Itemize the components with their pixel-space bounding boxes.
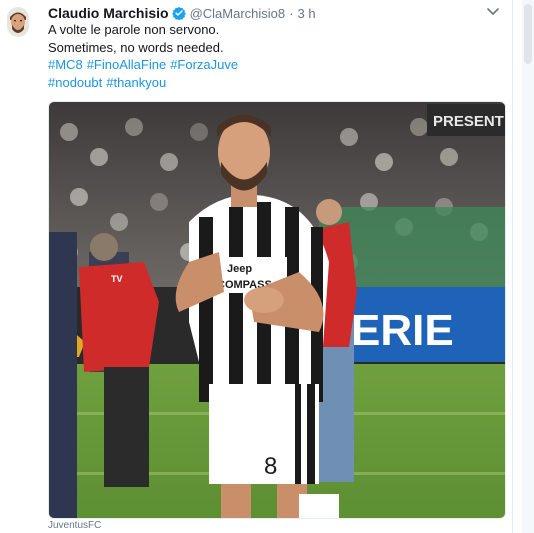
separator-dot: ·: [289, 5, 294, 21]
hashtag-link[interactable]: #ForzaJuve: [170, 57, 238, 72]
hashtag-row-1: #MC8 #FinoAllaFine #ForzaJuve: [48, 56, 508, 74]
tweet-line-2: Sometimes, no words needed.: [48, 39, 224, 55]
shirt-sponsor: Jeep: [227, 263, 252, 275]
shirt-number: 8: [264, 453, 277, 480]
avatar[interactable]: [7, 7, 29, 37]
svg-text:TV: TV: [111, 274, 123, 284]
banner-text-top: PRESENT: [433, 113, 504, 130]
scrollbar[interactable]: [522, 0, 534, 533]
tweet-media-photo[interactable]: PRESENT ERIE TV Jeep COMPASS 8: [48, 101, 506, 519]
tweet-line-1: A volte le parole non servono.: [48, 22, 220, 37]
author-display-name[interactable]: Claudio Marchisio: [48, 5, 169, 21]
photo-illustration: PRESENT ERIE TV Jeep COMPASS 8: [49, 102, 505, 518]
tweet-header: Claudio Marchisio @ClaMarchisio8 · 3 h: [48, 3, 508, 23]
hashtag-link[interactable]: #nodoubt: [48, 75, 102, 90]
chevron-down-icon[interactable]: [486, 4, 500, 18]
player-avatar-icon: [7, 7, 29, 37]
author-handle[interactable]: @ClaMarchisio8: [190, 6, 286, 21]
hashtag-link[interactable]: #MC8: [48, 57, 83, 72]
hashtag-link[interactable]: #thankyou: [106, 75, 166, 90]
banner-text: ERIE: [351, 306, 454, 355]
scrollbar-thumb[interactable]: [524, 4, 532, 64]
right-divider: [512, 0, 513, 533]
tweet-text: A volte le parole non servono. Sometimes…: [48, 21, 508, 91]
tweet-timestamp[interactable]: 3 h: [297, 6, 315, 21]
hashtag-link[interactable]: #FinoAllaFine: [87, 57, 167, 72]
hashtag-row-2: #nodoubt #thankyou: [48, 74, 508, 92]
verified-badge-icon: [171, 6, 186, 21]
media-source-label[interactable]: JuventusFC: [48, 520, 101, 531]
